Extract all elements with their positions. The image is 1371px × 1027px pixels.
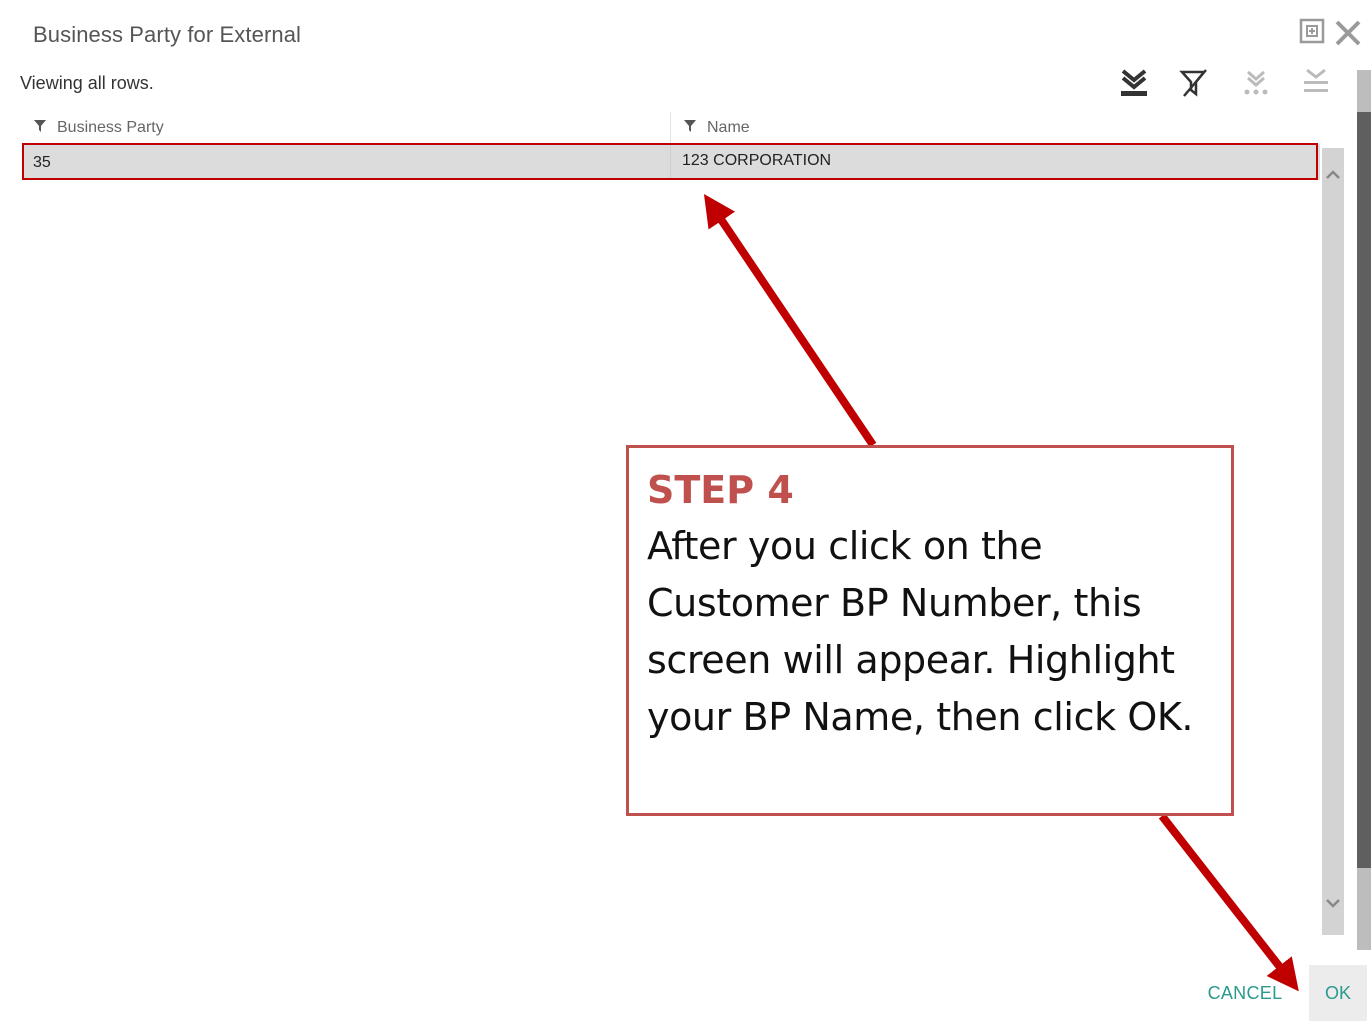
filter-icon[interactable] [683, 119, 697, 138]
maximize-icon[interactable] [1299, 18, 1325, 44]
viewing-status: Viewing all rows. [20, 73, 154, 93]
business-party-cell[interactable]: 35 [33, 145, 51, 180]
column-divider [670, 145, 671, 180]
filter-icon[interactable] [33, 119, 47, 138]
instruction-callout: STEP 4 After you click on the Customer B… [626, 445, 1234, 816]
export-icon[interactable] [1116, 66, 1152, 100]
column-header-name[interactable]: Name [683, 112, 750, 144]
callout-body: After you click on the Customer BP Numbe… [647, 524, 1194, 739]
column-label: Business Party [57, 119, 164, 136]
grid-header: Business Party Name [24, 112, 1320, 145]
ok-button[interactable]: OK [1309, 965, 1367, 1021]
close-icon[interactable] [1333, 18, 1363, 48]
chevron-up-icon[interactable] [1325, 168, 1341, 182]
callout-title: STEP 4 [647, 468, 794, 512]
collapse-icon[interactable] [1298, 66, 1334, 100]
column-divider [670, 112, 671, 144]
cancel-button[interactable]: CANCEL [1197, 970, 1293, 1016]
more-export-icon[interactable] [1238, 66, 1274, 100]
page-scrollbar-thumb[interactable] [1357, 112, 1371, 868]
column-label: Name [707, 119, 750, 136]
name-cell[interactable]: 123 CORPORATION [682, 143, 831, 178]
arrow-to-row [703, 194, 877, 448]
chevron-down-icon[interactable] [1325, 896, 1341, 910]
arrow-to-ok [1158, 813, 1299, 992]
clear-filter-icon[interactable] [1176, 66, 1212, 100]
column-header-business-party[interactable]: Business Party [33, 112, 164, 144]
table-row[interactable]: 35 123 CORPORATION [24, 145, 1320, 180]
dialog-title: Business Party for External [33, 22, 302, 47]
grid-scrollbar[interactable] [1322, 148, 1344, 935]
